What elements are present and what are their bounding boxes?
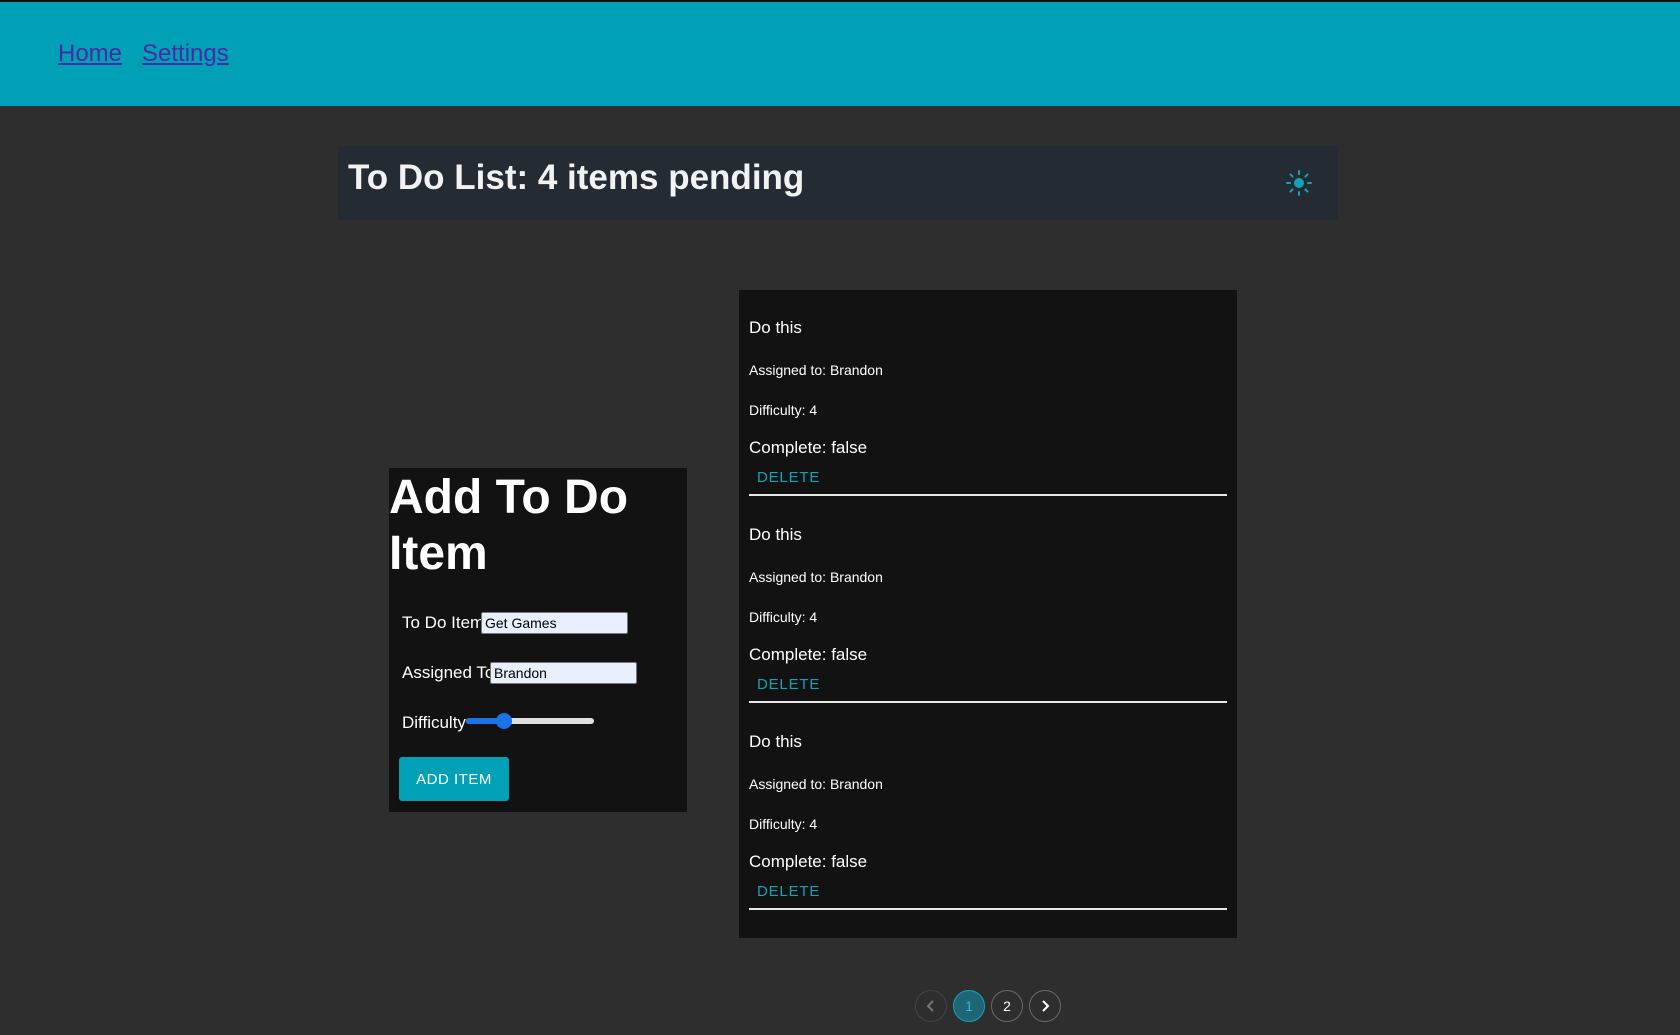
todo-text: Do this <box>749 525 802 544</box>
todo-list: Do this Assigned to: Brandon Difficulty:… <box>739 290 1237 938</box>
nav-settings-link[interactable]: Settings <box>142 40 229 68</box>
add-item-button[interactable]: ADD ITEM <box>399 757 509 801</box>
divider <box>749 701 1227 703</box>
divider <box>749 908 1227 910</box>
pagination-page-button[interactable]: 2 <box>991 990 1023 1022</box>
todo-difficulty: Difficulty: 4 <box>749 402 818 418</box>
divider <box>749 494 1227 496</box>
list-item: Do this Assigned to: Brandon Difficulty:… <box>749 497 1227 704</box>
form-title: Add To Do Item <box>389 471 629 580</box>
todo-complete-status[interactable]: Complete: false <box>749 645 867 665</box>
chevron-right-icon <box>1042 1000 1050 1012</box>
todo-text: Do this <box>749 318 802 337</box>
list-item: Do this Assigned to: Brandon Difficulty:… <box>749 290 1227 497</box>
top-nav-bar: Home Settings <box>0 0 1680 106</box>
nav-home-link[interactable]: Home <box>58 40 122 68</box>
todo-difficulty: Difficulty: 4 <box>749 609 818 625</box>
todo-assignee: Assigned to: Brandon <box>749 776 883 792</box>
pagination-page-button[interactable]: 1 <box>953 990 985 1022</box>
assigned-to-input[interactable] <box>490 662 637 684</box>
todo-item-input[interactable] <box>481 612 628 634</box>
delete-button[interactable]: DELETE <box>757 676 820 693</box>
todo-difficulty: Difficulty: 4 <box>749 816 818 832</box>
difficulty-slider-thumb[interactable] <box>496 713 512 729</box>
todo-text: Do this <box>749 732 802 751</box>
todo-complete-status[interactable]: Complete: false <box>749 852 867 872</box>
pagination-prev-button[interactable] <box>915 990 947 1022</box>
delete-button[interactable]: DELETE <box>757 469 820 486</box>
difficulty-label: Difficulty <box>402 713 466 732</box>
todo-complete-status[interactable]: Complete: false <box>749 438 867 458</box>
assigned-to-label: Assigned To <box>402 663 495 682</box>
list-item: Do this Assigned to: Brandon Difficulty:… <box>749 704 1227 911</box>
todo-assignee: Assigned to: Brandon <box>749 569 883 585</box>
sun-icon[interactable] <box>1284 168 1314 198</box>
delete-button[interactable]: DELETE <box>757 883 820 900</box>
add-todo-form: Add To Do Item To Do Item Assigned To Di… <box>389 468 687 812</box>
chevron-left-icon <box>926 1000 934 1012</box>
page-header: To Do List: 4 items pending <box>338 146 1338 220</box>
todo-item-label: To Do Item <box>402 613 485 632</box>
todo-assignee: Assigned to: Brandon <box>749 362 883 378</box>
pagination-next-button[interactable] <box>1029 990 1061 1022</box>
difficulty-slider[interactable] <box>466 713 594 729</box>
page-title: To Do List: 4 items pending <box>348 158 805 197</box>
